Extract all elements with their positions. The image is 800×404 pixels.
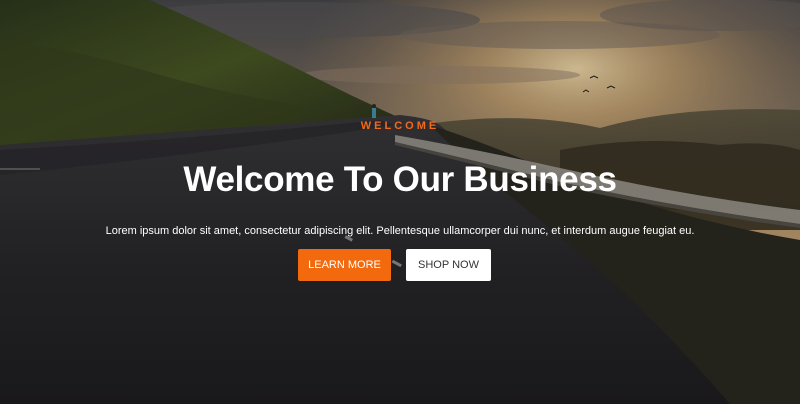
shop-now-button[interactable]: SHOP NOW xyxy=(406,249,491,281)
hero-description: Lorem ipsum dolor sit amet, consectetur … xyxy=(105,225,695,237)
learn-more-button[interactable]: LEARN MORE xyxy=(298,249,391,281)
welcome-eyebrow: WELCOME xyxy=(360,120,440,132)
hero-headline: Welcome To Our Business xyxy=(183,160,617,199)
hero-content: WELCOME Welcome To Our Business Lorem ip… xyxy=(0,0,800,404)
hero-section: WELCOME Welcome To Our Business Lorem ip… xyxy=(0,0,800,404)
